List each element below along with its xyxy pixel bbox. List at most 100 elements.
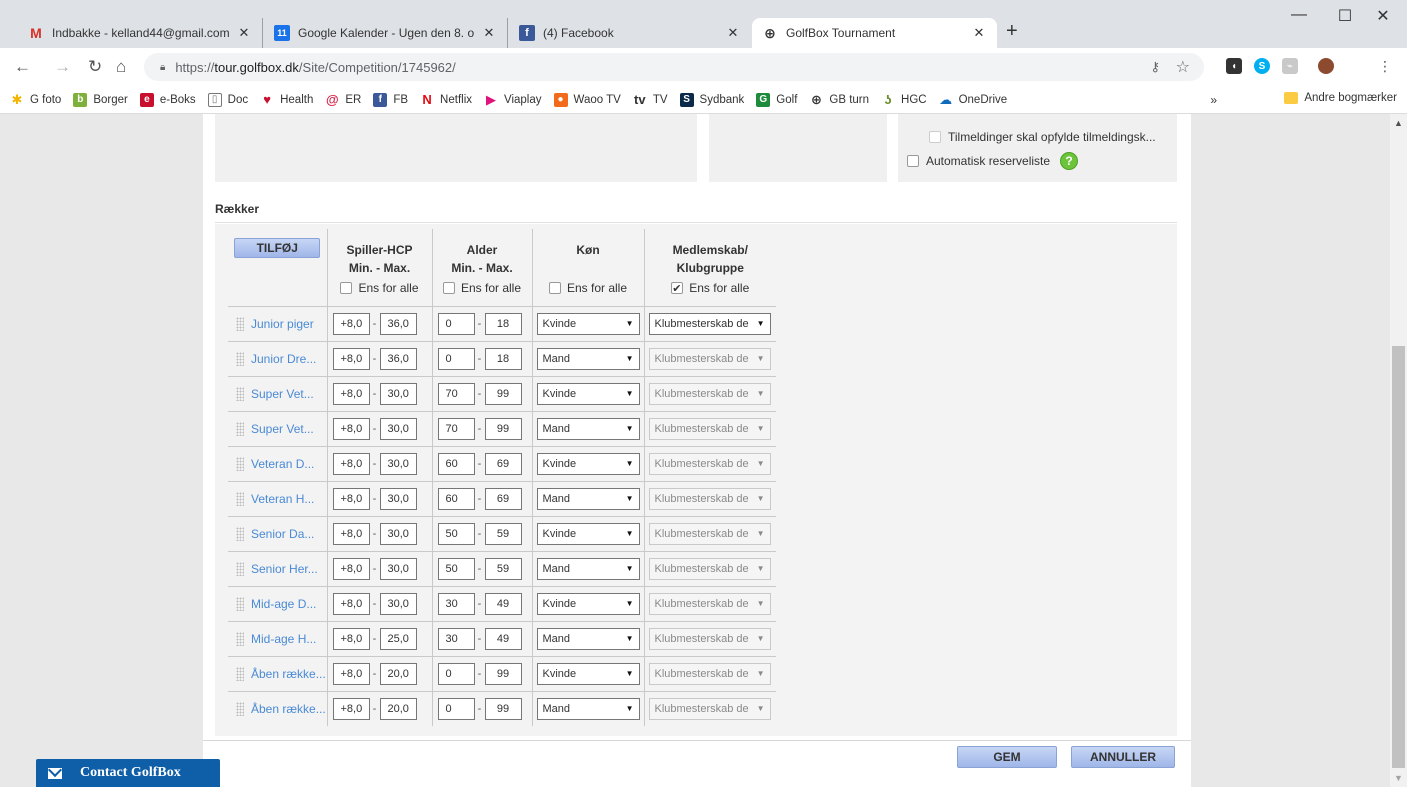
drag-handle-icon[interactable] [236,491,244,506]
gender-select[interactable]: Kvinde ▼ [536,452,640,475]
checkbox[interactable] [340,282,353,294]
bookmark-item[interactable]: tv TV [633,92,667,107]
class-name-link[interactable]: Åben række... [251,702,326,716]
hcp-max-input[interactable]: 30,0 [379,487,417,510]
bookmark-item[interactable]: @ ER [325,92,361,107]
hcp-max-input[interactable]: 36,0 [379,312,417,335]
hcp-max-input[interactable]: 36,0 [379,347,417,370]
checkbox[interactable] [929,131,941,143]
close-window-button[interactable]: ✕ [1360,6,1406,26]
bookmark-item[interactable]: ⊕ GB turn [809,92,869,107]
drag-handle-icon[interactable] [236,701,244,716]
class-name-link[interactable]: Mid-age H... [251,632,316,646]
age-max-input[interactable]: 49 [484,627,522,650]
add-class-button[interactable]: TILFØJ [234,238,321,258]
page-scrollbar[interactable]: ▲ ▼ [1390,114,1407,787]
tab-golfbox-tournament[interactable]: ⊕ GolfBox Tournament ✕ [752,18,997,48]
key-icon[interactable]: ⚷ [1150,59,1160,75]
class-name-link[interactable]: Super Vet... [251,387,314,401]
bookmark-item[interactable]: G Golf [756,92,797,107]
hcp-max-input[interactable]: 25,0 [379,627,417,650]
bookmark-item[interactable]: ▶ Viaplay [484,92,542,107]
age-min-input[interactable]: 0 [437,697,475,720]
tab-google-calendar[interactable]: 11 Google Kalender - Ugen den 8. o ✕ [264,18,508,48]
checkbox[interactable] [671,280,684,298]
age-min-input[interactable]: 0 [437,662,475,685]
bookmarks-overflow-button[interactable]: » [1210,93,1217,107]
close-icon[interactable]: ✕ [481,25,497,41]
reload-icon[interactable]: ↻ [88,57,102,77]
bookmark-item[interactable]: ✱ G foto [10,92,62,107]
age-max-input[interactable]: 59 [484,522,522,545]
hcp-min-input[interactable]: +8,0 [332,382,370,405]
checkbox[interactable] [548,282,561,294]
drag-handle-icon[interactable] [236,561,244,576]
save-button[interactable]: GEM [957,746,1057,768]
gender-select[interactable]: Mand ▼ [536,557,640,580]
same-for-all-age[interactable]: Ens for alle [442,279,521,297]
gender-select[interactable]: Mand ▼ [536,697,640,720]
bookmark-item[interactable]: ♥ Health [260,92,313,107]
hcp-min-input[interactable]: +8,0 [332,522,370,545]
bookmark-item[interactable]: b Borger [73,92,128,107]
checkbox[interactable] [907,155,919,167]
bookmark-item[interactable]: ● Waoo TV [553,92,621,107]
same-for-all-gender[interactable]: Ens for alle [548,279,627,297]
checkbox[interactable] [442,282,455,294]
hcp-min-input[interactable]: +8,0 [332,417,370,440]
class-name-link[interactable]: Junior Dre... [251,352,316,366]
class-name-link[interactable]: Senior Her... [251,562,318,576]
bookmark-item[interactable]: ☁ OneDrive [939,92,1007,107]
forward-icon[interactable]: → [54,57,71,77]
drag-handle-icon[interactable] [236,351,244,366]
scroll-up-icon[interactable]: ▲ [1394,118,1403,128]
help-icon[interactable]: ? [1060,152,1079,170]
class-name-link[interactable]: Super Vet... [251,422,314,436]
same-for-all-membership[interactable]: Ens for alle [671,279,749,298]
gender-select[interactable]: Kvinde ▼ [536,382,640,405]
class-name-link[interactable]: Veteran H... [251,492,314,506]
hcp-max-input[interactable]: 30,0 [379,452,417,475]
class-name-link[interactable]: Veteran D... [251,457,314,471]
age-max-input[interactable]: 18 [484,347,522,370]
hcp-min-input[interactable]: +8,0 [332,487,370,510]
skype-icon[interactable]: S [1254,58,1270,74]
drag-handle-icon[interactable] [236,596,244,611]
class-name-link[interactable]: Åben række... [251,667,326,681]
menu-icon[interactable]: ⋮ [1378,58,1392,75]
bookmark-item[interactable]: e e-Boks [139,92,196,107]
age-max-input[interactable]: 99 [484,697,522,720]
hcp-min-input[interactable]: +8,0 [332,627,370,650]
class-name-link[interactable]: Junior piger [251,317,314,331]
gender-select[interactable]: Mand ▼ [536,347,640,370]
hcp-max-input[interactable]: 20,0 [379,662,417,685]
age-max-input[interactable]: 59 [484,557,522,580]
age-max-input[interactable]: 69 [484,487,522,510]
drag-handle-icon[interactable] [236,631,244,646]
tab-gmail[interactable]: M Indbakke - kelland44@gmail.com ✕ [18,18,263,48]
age-min-input[interactable]: 60 [437,487,475,510]
bookmark-item[interactable]: f FB [373,92,408,107]
hcp-max-input[interactable]: 30,0 [379,417,417,440]
scroll-down-icon[interactable]: ▼ [1394,773,1403,783]
gender-select[interactable]: Mand ▼ [536,487,640,510]
age-min-input[interactable]: 50 [437,522,475,545]
hcp-min-input[interactable]: +8,0 [332,312,370,335]
bookmark-item[interactable]: ▯ Doc [207,92,248,107]
bookmark-item[interactable]: N Netflix [420,92,472,107]
age-max-input[interactable]: 99 [484,662,522,685]
gender-select[interactable]: Kvinde ▼ [536,662,640,685]
home-icon[interactable]: ⌂ [116,57,126,77]
hcp-max-input[interactable]: 30,0 [379,592,417,615]
cancel-button[interactable]: ANNULLER [1071,746,1175,768]
drag-handle-icon[interactable] [236,666,244,681]
gender-select[interactable]: Mand ▼ [536,627,640,650]
option-automatisk-reserveliste[interactable]: Automatisk reserveliste ? [907,152,1079,170]
extension-icon[interactable]: ◖ [1226,58,1242,74]
age-min-input[interactable]: 30 [437,592,475,615]
hcp-min-input[interactable]: +8,0 [332,697,370,720]
age-max-input[interactable]: 69 [484,452,522,475]
hcp-max-input[interactable]: 20,0 [379,697,417,720]
close-icon[interactable]: ✕ [971,25,987,41]
age-min-input[interactable]: 70 [437,417,475,440]
